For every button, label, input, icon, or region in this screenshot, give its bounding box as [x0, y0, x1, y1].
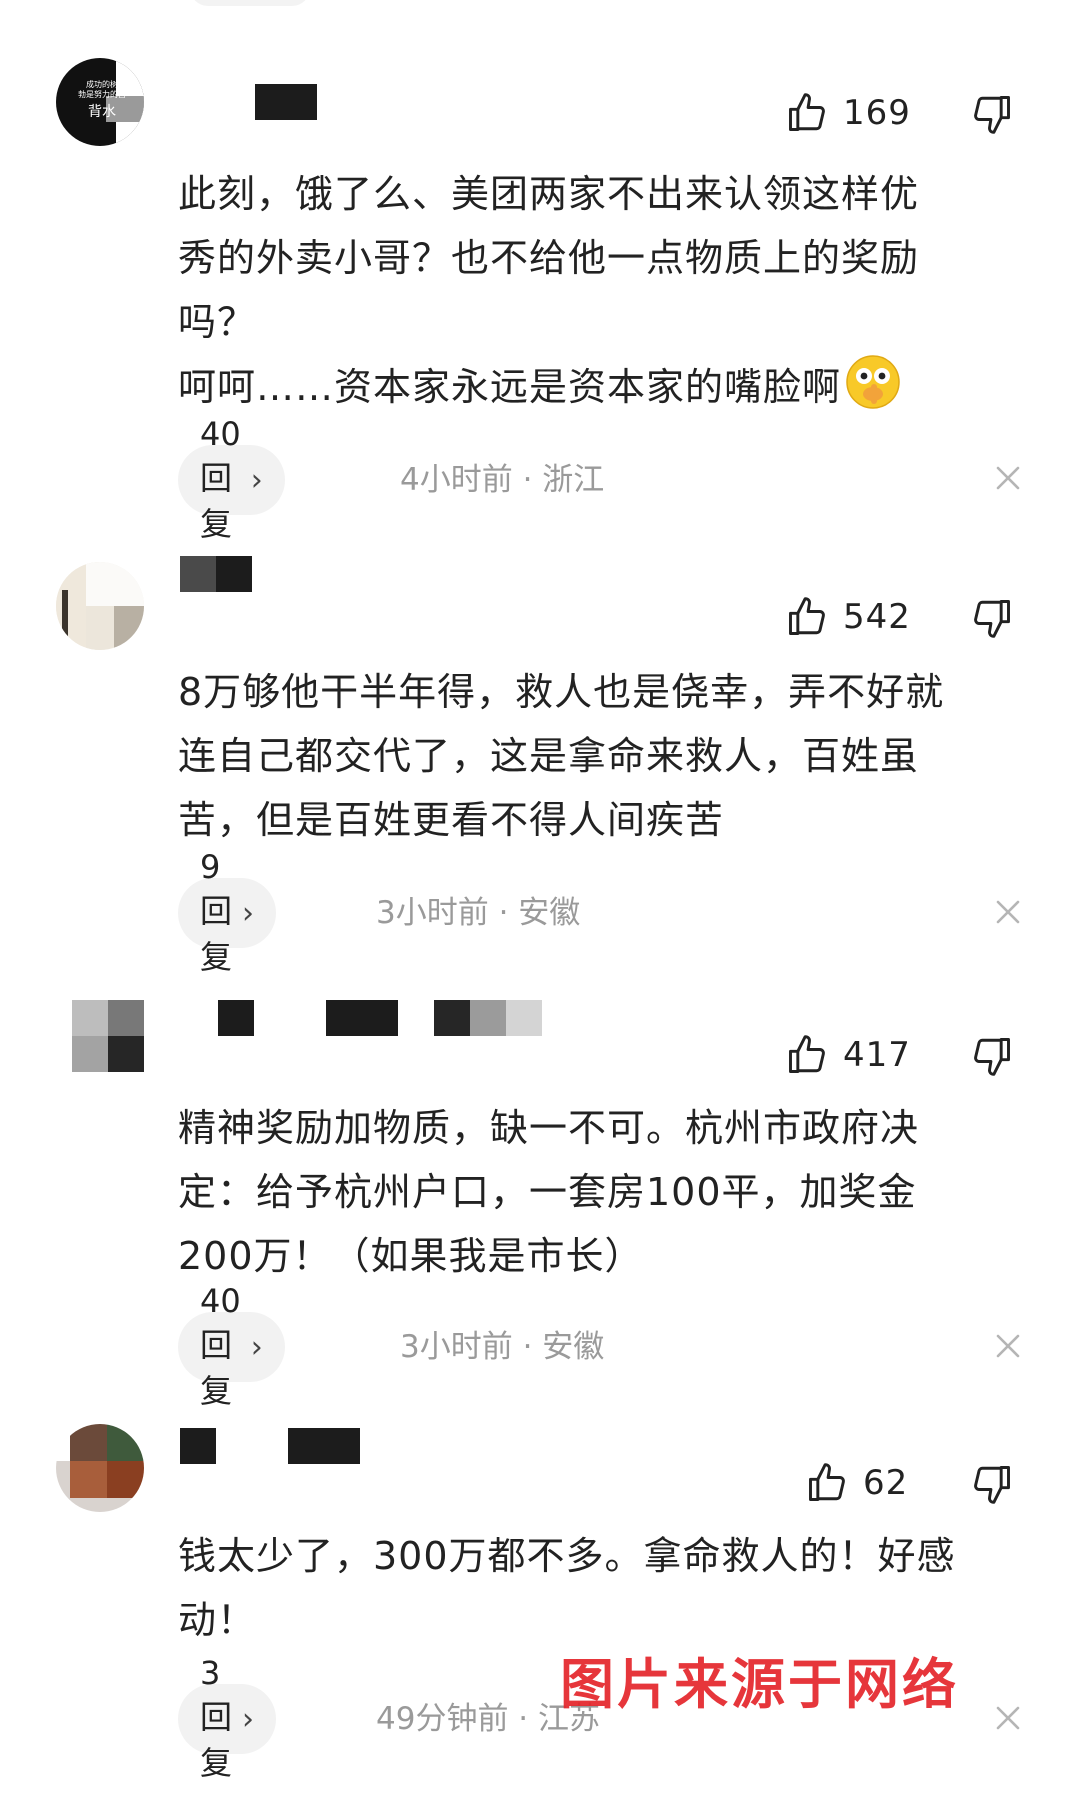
- like-count: 542: [843, 597, 911, 637]
- thumbs-up-icon: [789, 93, 825, 131]
- previous-reply-pill[interactable]: [190, 0, 310, 6]
- like-button[interactable]: 542: [785, 592, 911, 642]
- view-replies-button[interactable]: 9回复 ›: [178, 848, 277, 976]
- reply-count-label: 9回复: [200, 848, 233, 976]
- view-replies-button[interactable]: 3回复 ›: [178, 1654, 277, 1782]
- like-button[interactable]: 62: [805, 1458, 908, 1508]
- close-icon[interactable]: [990, 1700, 1026, 1736]
- reply-count-label: 3回复: [200, 1654, 233, 1782]
- comment-meta: 4小时前 · 浙江: [400, 462, 605, 498]
- chevron-right-icon: ›: [242, 1701, 255, 1737]
- hush-emoji-icon: [845, 354, 901, 410]
- thumbs-up-icon: [789, 597, 825, 635]
- avatar[interactable]: [56, 562, 144, 650]
- like-count: 417: [843, 1035, 911, 1075]
- dislike-button[interactable]: [970, 1034, 1020, 1084]
- chevron-right-icon: ›: [250, 462, 263, 498]
- like-count: 169: [843, 93, 911, 133]
- dislike-button[interactable]: [970, 596, 1020, 646]
- comment-text: 8万够他干半年得，救人也是侥幸，弄不好就 连自己都交代了，这是拿命来救人，百姓虽…: [178, 670, 945, 842]
- avatar-caption: 背水: [88, 104, 116, 120]
- thumbs-up-icon: [809, 1463, 845, 1501]
- thumbs-down-icon: [974, 96, 1010, 134]
- view-replies-button[interactable]: 40回复 ›: [178, 1282, 285, 1410]
- close-icon[interactable]: [990, 894, 1026, 930]
- reply-count-label: 40回复: [200, 1282, 241, 1410]
- thumbs-down-icon: [974, 1466, 1010, 1504]
- avatar-caption: 成功的树 勃是努力的自: [78, 80, 126, 99]
- like-count: 62: [863, 1463, 909, 1503]
- chevron-right-icon: ›: [250, 1329, 263, 1365]
- close-icon[interactable]: [990, 460, 1026, 496]
- image-source-watermark: 图片来源于网络: [560, 1653, 959, 1716]
- comment-text: 钱太少了，300万都不多。拿命救人的！好感 动！: [178, 1534, 956, 1642]
- like-button[interactable]: 169: [785, 88, 911, 138]
- comment-text: 精神奖励加物质，缺一不可。杭州市政府决 定：给予杭州户口，一套房100平，加奖金…: [178, 1106, 920, 1278]
- reply-count-label: 40回复: [200, 415, 241, 543]
- comment-meta: 3小时前 · 安徽: [400, 1329, 605, 1365]
- avatar[interactable]: 成功的树 勃是努力的自 背水: [56, 58, 144, 146]
- comment-meta: 3小时前 · 安徽: [376, 895, 581, 931]
- comment-text: 此刻，饿了么、美团两家不出来认领这样优 秀的外卖小哥？也不给他一点物质上的奖励 …: [178, 172, 920, 410]
- avatar[interactable]: [72, 1000, 144, 1072]
- chevron-right-icon: ›: [242, 895, 255, 931]
- view-replies-button[interactable]: 40回复 ›: [178, 415, 285, 543]
- dislike-button[interactable]: [970, 1462, 1020, 1512]
- dislike-button[interactable]: [970, 92, 1020, 142]
- close-icon[interactable]: [990, 1328, 1026, 1364]
- avatar[interactable]: [56, 1424, 144, 1512]
- like-button[interactable]: 417: [785, 1030, 911, 1080]
- thumbs-up-icon: [789, 1035, 825, 1073]
- thumbs-down-icon: [974, 1038, 1010, 1076]
- thumbs-down-icon: [974, 600, 1010, 638]
